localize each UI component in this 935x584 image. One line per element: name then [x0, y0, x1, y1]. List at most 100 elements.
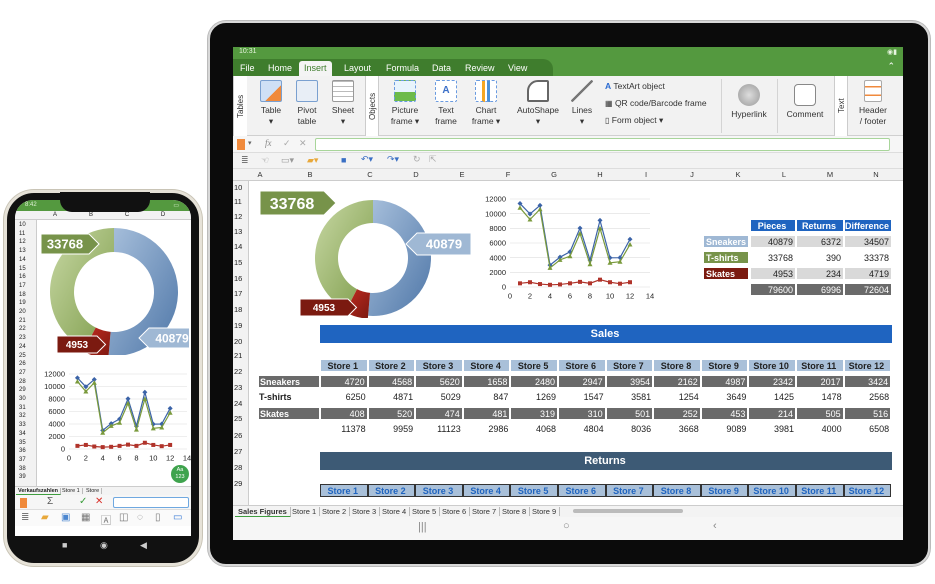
row-header[interactable]: 18 — [19, 292, 26, 298]
recent-apps-icon[interactable]: ■ — [62, 540, 67, 550]
group-objects-label[interactable]: Objects — [365, 76, 379, 136]
row-header[interactable]: 24 — [19, 344, 26, 350]
select-pointer-icon[interactable]: ⇱ — [429, 154, 437, 165]
group-tables-label[interactable]: Tables — [233, 76, 247, 136]
column-header[interactable]: K — [715, 170, 761, 179]
header-footer-button[interactable]: Header / footer — [853, 80, 893, 127]
back-icon[interactable]: ◀ — [140, 540, 147, 551]
column-header[interactable]: A — [250, 170, 270, 179]
row-header[interactable]: 32 — [19, 413, 26, 419]
edit-shape-icon[interactable]: ◫ — [119, 512, 128, 523]
open-folder-icon[interactable]: ▰ — [41, 512, 49, 523]
phone-line-chart[interactable]: 0 2000 4000 6000 8000 10000 12000 0 2 4 6 8 10 12 14 — [37, 362, 191, 467]
sheet-grid[interactable]: 33768 40879 4953 0 2000 4000 6000 8000 10000 120… — [250, 181, 903, 505]
row-header[interactable]: 11 — [234, 197, 242, 206]
sheet-tab[interactable]: Verkaufszahlen — [16, 488, 62, 495]
column-header[interactable]: E — [439, 170, 485, 179]
column-header[interactable]: C — [109, 212, 145, 218]
row-header[interactable]: 28 — [234, 463, 242, 472]
row-header[interactable]: 22 — [234, 367, 242, 376]
page-icon[interactable]: ▯ — [155, 512, 161, 523]
row-header[interactable]: 37 — [19, 457, 26, 463]
row-header[interactable]: 10 — [234, 183, 242, 192]
cancel-icon[interactable]: ✕ — [95, 496, 103, 507]
confirm-icon[interactable]: ✓ — [283, 138, 291, 149]
row-header[interactable]: 11 — [19, 231, 25, 237]
window-icon[interactable]: ▭ — [173, 512, 182, 523]
sheet-tab[interactable]: Store — [84, 488, 103, 494]
table-icon[interactable]: ▦ — [81, 512, 90, 523]
column-header[interactable]: J — [669, 170, 715, 179]
column-header[interactable]: L — [761, 170, 807, 179]
row-header[interactable]: 25 — [19, 353, 26, 359]
row-header[interactable]: 14 — [19, 257, 26, 263]
tab-formula[interactable]: Formula — [381, 61, 424, 76]
column-header[interactable]: D — [393, 170, 439, 179]
confirm-icon[interactable]: ✓ — [79, 496, 87, 507]
row-header[interactable]: 17 — [19, 283, 26, 289]
row-header[interactable]: 13 — [234, 227, 242, 236]
group-text-label[interactable]: Text — [834, 76, 848, 136]
form-object-button[interactable]: ▯ Form object ▾ — [605, 113, 663, 127]
column-header[interactable]: I — [623, 170, 669, 179]
row-header[interactable]: 21 — [234, 351, 242, 360]
comment-button[interactable]: Comment — [783, 84, 827, 120]
row-header[interactable]: 15 — [234, 258, 242, 267]
pivot-table-button[interactable]: Pivot table — [291, 80, 323, 127]
sheet-tab[interactable]: Store 4 — [379, 507, 411, 516]
column-header[interactable]: H — [577, 170, 623, 179]
repeat-icon[interactable]: ↻ — [413, 154, 421, 165]
tab-layout[interactable]: Layout — [339, 61, 376, 76]
row-header[interactable]: 27 — [234, 447, 242, 456]
column-header[interactable]: N — [853, 170, 899, 179]
row-header[interactable]: 33 — [19, 422, 26, 428]
row-header[interactable]: 29 — [19, 387, 26, 393]
row-header[interactable]: 23 — [234, 383, 242, 392]
text-frame-icon[interactable]: 🄰 — [101, 512, 111, 527]
sheet-tab[interactable]: Store 6 — [439, 507, 471, 516]
tab-file[interactable]: File — [235, 61, 260, 76]
cell-style-icon[interactable] — [20, 498, 27, 508]
shapes-icon[interactable]: ◌ — [137, 512, 143, 523]
tab-home[interactable]: Home — [263, 61, 297, 76]
formula-input[interactable] — [315, 138, 890, 151]
tab-view[interactable]: View — [503, 61, 532, 76]
sheet-tab[interactable]: Store 8 — [499, 507, 531, 516]
row-header[interactable]: 14 — [234, 242, 242, 251]
phone-donut-chart[interactable]: 33768 40879 4953 — [39, 220, 189, 355]
row-header[interactable]: 24 — [234, 399, 242, 408]
recent-apps-icon[interactable]: ||| — [418, 521, 427, 533]
column-header[interactable]: G — [531, 170, 577, 179]
chevron-down-icon[interactable]: ▾ — [248, 139, 252, 147]
collapse-ribbon-icon[interactable]: ⌃ — [887, 61, 895, 72]
row-header[interactable]: 39 — [19, 474, 26, 480]
menu-icon[interactable]: ≣ — [21, 512, 29, 523]
row-header[interactable]: 23 — [19, 335, 26, 341]
picture-frame-button[interactable]: Picture frame ▾ — [385, 80, 425, 127]
hyperlink-button[interactable]: Hyperlink — [727, 84, 771, 120]
column-header[interactable]: D — [145, 212, 181, 218]
function-icon[interactable]: fx — [265, 138, 272, 148]
row-header[interactable]: 15 — [19, 266, 26, 272]
redo-icon[interactable]: ↷▾ — [387, 154, 399, 165]
format-painter-icon[interactable]: ▣ — [61, 512, 70, 523]
row-header[interactable]: 25 — [234, 414, 242, 423]
home-icon[interactable]: ○ — [563, 520, 570, 532]
save-icon[interactable]: ■ — [341, 155, 346, 165]
row-header[interactable]: 16 — [19, 274, 26, 280]
donut-chart[interactable]: 33768 40879 4953 — [258, 183, 473, 318]
column-header[interactable]: B — [73, 212, 109, 218]
row-header[interactable]: 35 — [19, 440, 26, 446]
lines-button[interactable]: Lines ▾ — [567, 80, 597, 127]
phone-formula-input[interactable] — [113, 497, 189, 508]
row-header[interactable]: 20 — [19, 309, 26, 315]
home-icon[interactable]: ◉ — [100, 540, 108, 551]
text-frame-button[interactable]: A Text frame — [429, 80, 463, 127]
sheet-tab[interactable]: Store 3 — [349, 507, 381, 516]
hand-icon[interactable]: ☜ — [261, 155, 269, 166]
back-icon[interactable]: ‹ — [713, 520, 717, 532]
menu-icon[interactable]: ≣ — [241, 155, 249, 166]
sheet-button[interactable]: Sheet ▾ — [327, 80, 359, 127]
tab-data[interactable]: Data — [427, 61, 456, 76]
row-header[interactable]: 10 — [19, 222, 26, 228]
